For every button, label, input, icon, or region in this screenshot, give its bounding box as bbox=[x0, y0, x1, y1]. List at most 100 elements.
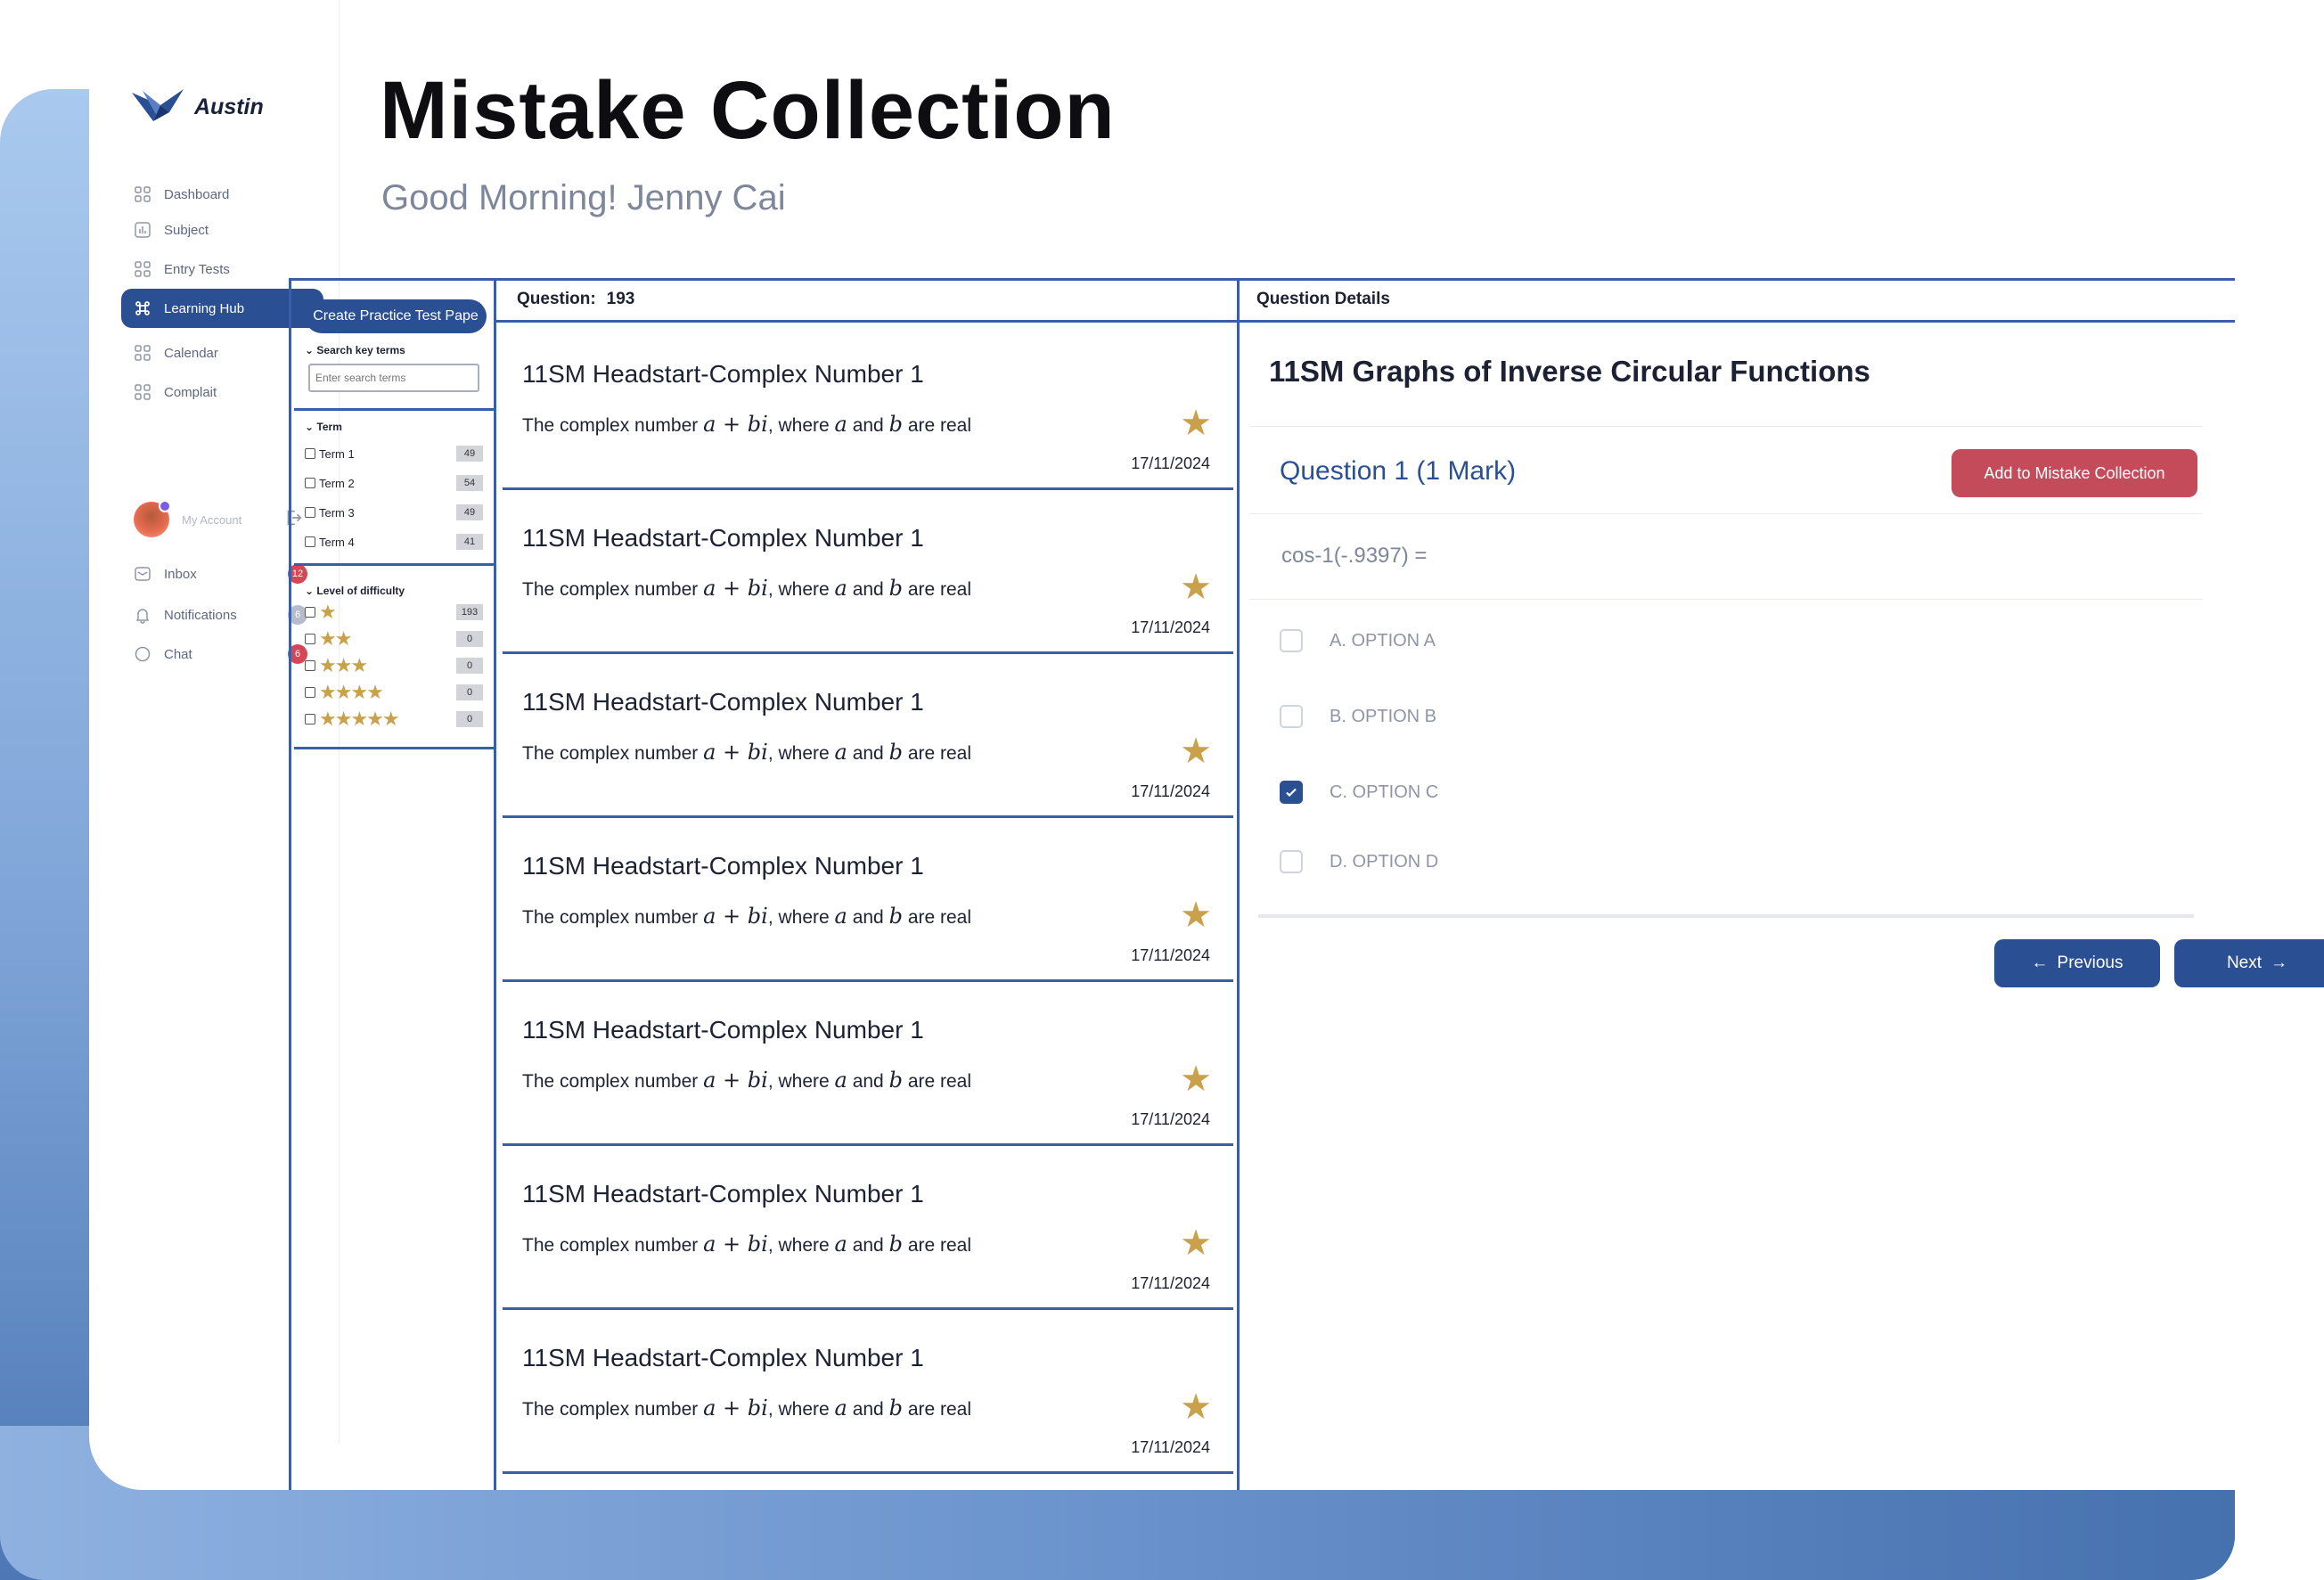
avatar[interactable] bbox=[134, 500, 171, 537]
answer-option[interactable]: B. OPTION B bbox=[1280, 705, 1436, 728]
question-card[interactable]: 11SM Headstart-Complex Number 1 The compl… bbox=[503, 490, 1233, 654]
divider bbox=[294, 563, 494, 566]
chevron-down-icon: ⌄ bbox=[305, 344, 315, 356]
term-filter-row[interactable]: Term 2 54 bbox=[305, 473, 483, 493]
snippet-var: b bbox=[888, 412, 903, 437]
question-card[interactable]: 11SM Headstart-Complex Number 1 The compl… bbox=[503, 1310, 1233, 1474]
term-section-label[interactable]: ⌄ Term bbox=[305, 421, 342, 433]
term-checkbox[interactable] bbox=[305, 448, 315, 459]
difficulty-filter-row[interactable]: ★★★ 0 bbox=[305, 656, 483, 675]
term-filter-row[interactable]: Term 3 49 bbox=[305, 503, 483, 522]
answer-option[interactable]: A. OPTION A bbox=[1280, 629, 1436, 652]
previous-label: Previous bbox=[2057, 954, 2124, 972]
option-label: C. OPTION C bbox=[1330, 782, 1439, 802]
difficulty-filter-row[interactable]: ★ 193 bbox=[305, 602, 483, 622]
search-section-label[interactable]: ⌄ Search key terms bbox=[305, 344, 405, 356]
question-date: 17/11/2024 bbox=[1131, 1274, 1210, 1292]
snippet-var: a bbox=[834, 1232, 847, 1257]
sidebar-item-dashboard[interactable]: Dashboard bbox=[121, 175, 323, 214]
term-filter-row[interactable]: Term 1 49 bbox=[305, 444, 483, 463]
snippet-text: , where bbox=[767, 1235, 830, 1256]
snippet-text: and bbox=[852, 1071, 884, 1092]
star-icon[interactable]: ★ bbox=[1180, 895, 1212, 936]
star-icon[interactable]: ★ bbox=[1180, 567, 1212, 608]
question-card[interactable]: 11SM Headstart-Complex Number 1 The compl… bbox=[503, 982, 1233, 1146]
question-title: 11SM Headstart-Complex Number 1 bbox=[522, 360, 924, 388]
term-checkbox[interactable] bbox=[305, 478, 315, 488]
sidebar-item-subject[interactable]: Subject bbox=[121, 210, 323, 250]
page-title: Mistake Collection bbox=[380, 65, 1116, 156]
question-snippet: The complex number a + bi, where a and b… bbox=[522, 1396, 971, 1420]
term-checkbox[interactable] bbox=[305, 507, 315, 518]
snippet-text: and bbox=[852, 907, 884, 928]
difficulty-checkbox[interactable] bbox=[305, 634, 315, 644]
snippet-text: The complex number bbox=[522, 579, 699, 600]
star-icon[interactable]: ★ bbox=[1180, 403, 1212, 444]
checkbox-icon[interactable] bbox=[1280, 850, 1303, 873]
create-practice-test-button[interactable]: Create Practice Test Pape bbox=[305, 299, 487, 333]
option-label: D. OPTION D bbox=[1330, 851, 1439, 872]
difficulty-count: 0 bbox=[456, 711, 483, 727]
greeting: Good Morning! Jenny Cai bbox=[381, 178, 786, 217]
star-rating-icon: ★ bbox=[319, 601, 337, 623]
term-checkbox[interactable] bbox=[305, 536, 315, 547]
snippet-text: The complex number bbox=[522, 1071, 699, 1092]
term-filter-row[interactable]: Term 4 41 bbox=[305, 532, 483, 552]
question-list: Question: 193 11SM Headstart-Complex Num… bbox=[494, 278, 1240, 1490]
chart-icon bbox=[134, 221, 151, 239]
star-icon[interactable]: ★ bbox=[1180, 1387, 1212, 1428]
star-rating-icon: ★★★ bbox=[319, 654, 368, 676]
search-input[interactable] bbox=[308, 364, 479, 392]
checkbox-checked-icon[interactable] bbox=[1280, 781, 1303, 804]
star-icon[interactable]: ★ bbox=[1180, 731, 1212, 772]
snippet-text: and bbox=[852, 1235, 884, 1256]
question-details: Question Details 11SM Graphs of Inverse … bbox=[1237, 278, 2324, 1490]
divider bbox=[294, 747, 494, 749]
term-label: Term 4 bbox=[319, 535, 355, 549]
grid-icon bbox=[134, 383, 151, 401]
difficulty-checkbox[interactable] bbox=[305, 714, 315, 725]
divider bbox=[1249, 426, 2203, 427]
snippet-math: a + bi bbox=[703, 412, 768, 437]
chat-icon bbox=[134, 645, 151, 663]
snippet-text: , where bbox=[767, 743, 830, 764]
question-date: 17/11/2024 bbox=[1131, 946, 1210, 964]
question-title: 11SM Headstart-Complex Number 1 bbox=[522, 852, 924, 880]
checkbox-icon[interactable] bbox=[1280, 629, 1303, 652]
previous-button[interactable]: ← Previous bbox=[1994, 939, 2160, 987]
difficulty-filter-row[interactable]: ★★★★ 0 bbox=[305, 683, 483, 702]
difficulty-checkbox[interactable] bbox=[305, 660, 315, 671]
question-snippet: The complex number a + bi, where a and b… bbox=[522, 412, 971, 437]
bird-logo-icon bbox=[132, 89, 184, 121]
question-card[interactable]: 11SM Headstart-Complex Number 1 The compl… bbox=[503, 1146, 1233, 1310]
difficulty-checkbox[interactable] bbox=[305, 607, 315, 618]
question-card[interactable]: 11SM Headstart-Complex Number 1 The compl… bbox=[503, 654, 1233, 818]
checkbox-icon[interactable] bbox=[1280, 705, 1303, 728]
difficulty-count: 193 bbox=[456, 604, 483, 620]
question-card[interactable]: 11SM Headstart-Complex Number 1 The compl… bbox=[503, 818, 1233, 982]
snippet-text: are real bbox=[907, 415, 972, 436]
snippet-text: , where bbox=[767, 907, 830, 928]
difficulty-checkbox[interactable] bbox=[305, 687, 315, 698]
question-date: 17/11/2024 bbox=[1131, 454, 1210, 472]
term-label: Term 3 bbox=[319, 505, 355, 520]
chevron-down-icon: ⌄ bbox=[305, 585, 315, 597]
account-row[interactable]: My Account bbox=[134, 500, 303, 537]
answer-option[interactable]: D. OPTION D bbox=[1280, 850, 1438, 873]
add-to-mistake-collection-button[interactable]: Add to Mistake Collection bbox=[1952, 449, 2197, 497]
brand-logo[interactable]: Austin bbox=[130, 86, 264, 128]
question-card[interactable]: 11SM Headstart-Complex Number 1 The compl… bbox=[503, 326, 1233, 490]
difficulty-count: 0 bbox=[456, 658, 483, 674]
sidebar-item-label: Learning Hub bbox=[164, 300, 245, 316]
sidebar-item-label: Subject bbox=[164, 222, 209, 238]
difficulty-count: 0 bbox=[456, 684, 483, 700]
sidebar-item-label: Notifications bbox=[164, 607, 237, 623]
star-icon[interactable]: ★ bbox=[1180, 1059, 1212, 1100]
snippet-text: The complex number bbox=[522, 907, 699, 928]
difficulty-section-label[interactable]: ⌄ Level of difficulty bbox=[305, 585, 405, 597]
difficulty-filter-row[interactable]: ★★★★★ 0 bbox=[305, 709, 483, 729]
answer-option[interactable]: C. OPTION C bbox=[1280, 781, 1438, 804]
difficulty-filter-row[interactable]: ★★ 0 bbox=[305, 629, 483, 649]
star-icon[interactable]: ★ bbox=[1180, 1223, 1212, 1264]
next-button[interactable]: Next → bbox=[2174, 939, 2324, 987]
